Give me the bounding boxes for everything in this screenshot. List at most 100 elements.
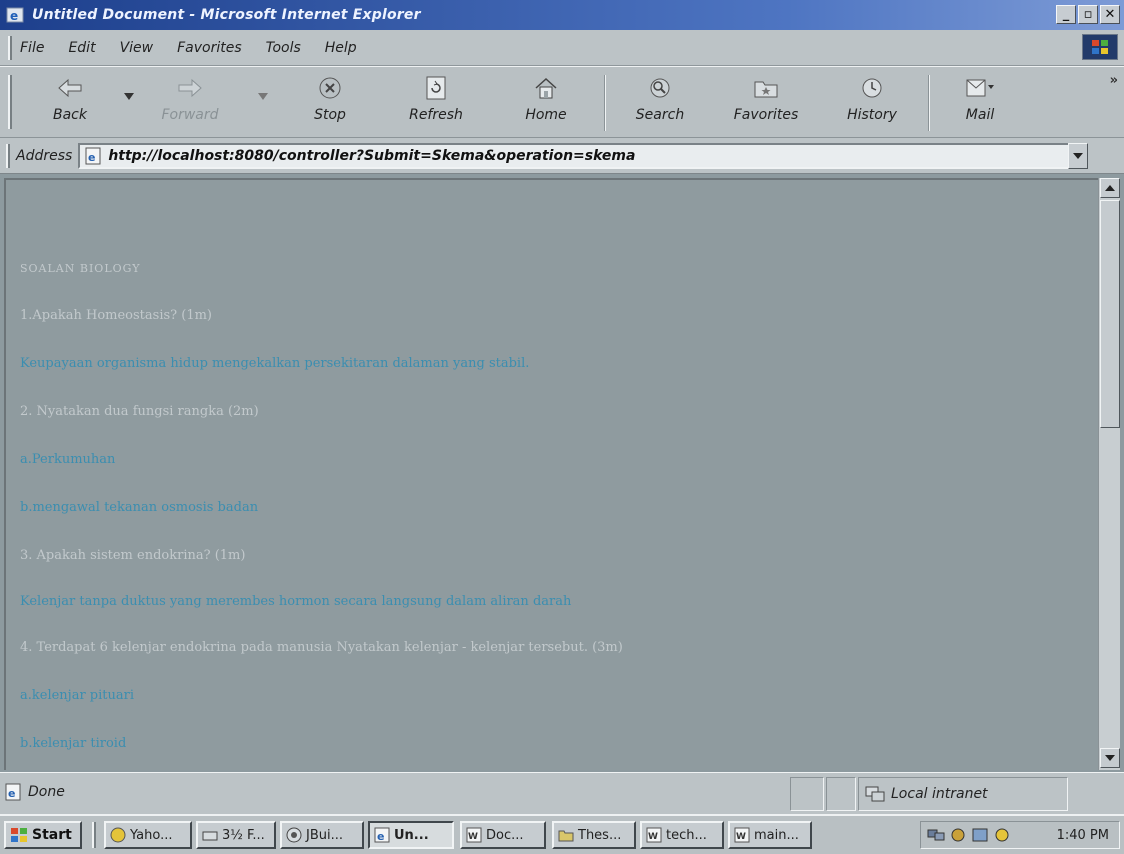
- messenger-icon: [110, 827, 126, 843]
- tray-app-icon[interactable]: [971, 827, 989, 843]
- clock[interactable]: 1:40 PM: [1057, 828, 1109, 843]
- arrow-down-icon: [1105, 755, 1115, 761]
- content-line: b.mengawal tekanan osmosis badan: [20, 500, 259, 515]
- forward-dropdown-icon[interactable]: [258, 93, 268, 101]
- search-button[interactable]: Search: [620, 73, 700, 133]
- history-label: History: [847, 107, 897, 123]
- task-yahoo[interactable]: Yaho...: [104, 821, 192, 849]
- page-done-icon: e: [5, 783, 21, 801]
- task-label: main...: [754, 827, 799, 843]
- windows-logo-icon: [1082, 34, 1118, 60]
- search-label: Search: [635, 107, 685, 123]
- home-button[interactable]: Home: [506, 73, 586, 133]
- toolbar-separator: [604, 75, 606, 131]
- content-line: Kelenjar tanpa duktus yang merembes horm…: [20, 594, 572, 609]
- menu-grip[interactable]: [8, 35, 12, 60]
- back-arrow-icon: [55, 73, 85, 103]
- arrow-up-icon: [1105, 185, 1115, 191]
- jbuilder-icon: [286, 827, 302, 843]
- address-url: http://localhost:8080/controller?Submit=…: [108, 147, 636, 164]
- antivirus-icon[interactable]: [949, 827, 967, 843]
- start-label: Start: [32, 827, 72, 843]
- address-dropdown-button[interactable]: [1068, 142, 1089, 169]
- chevron-down-icon: [1073, 152, 1084, 159]
- back-dropdown-icon[interactable]: [124, 93, 134, 101]
- scroll-down-button[interactable]: [1100, 748, 1120, 768]
- task-label: Thes...: [578, 827, 622, 843]
- task-floppy[interactable]: 3½ F...: [196, 821, 276, 849]
- refresh-button[interactable]: Refresh: [396, 73, 476, 133]
- mail-label: Mail: [965, 107, 995, 123]
- menu-favorites[interactable]: Favorites: [177, 40, 242, 56]
- content-line: 2. Nyatakan dua fungsi rangka (2m): [20, 404, 259, 419]
- title-bar[interactable]: e Untitled Document - Microsoft Internet…: [0, 0, 1124, 30]
- task-label: Un...: [394, 827, 429, 843]
- address-label: Address: [16, 147, 73, 164]
- messenger-tray-icon[interactable]: [993, 827, 1011, 843]
- status-pane: [790, 777, 824, 811]
- menu-bar: File Edit View Favorites Tools Help: [0, 30, 1124, 66]
- page-icon: e: [85, 147, 101, 164]
- folder-icon: [558, 830, 574, 842]
- minimize-button[interactable]: _: [1056, 5, 1076, 24]
- svg-text:e: e: [377, 830, 384, 843]
- word-icon: W: [646, 827, 662, 843]
- task-thesis-folder[interactable]: Thes...: [552, 821, 636, 849]
- system-tray: 1:40 PM: [920, 821, 1120, 849]
- menu-tools[interactable]: Tools: [266, 40, 301, 56]
- vertical-scrollbar[interactable]: [1098, 178, 1120, 770]
- window-title: Untitled Document - Microsoft Internet E…: [32, 7, 421, 23]
- close-button[interactable]: ✕: [1100, 5, 1120, 24]
- task-document[interactable]: W Doc...: [460, 821, 546, 849]
- home-label: Home: [525, 107, 567, 123]
- content-line: a.kelenjar pituari: [20, 688, 135, 703]
- scroll-up-button[interactable]: [1100, 178, 1120, 198]
- content-line: b.kelenjar tiroid: [20, 736, 127, 751]
- task-jbuilder[interactable]: JBui...: [280, 821, 364, 849]
- forward-label: Forward: [161, 107, 219, 123]
- content-line: 4. Terdapat 6 kelenjar endokrina pada ma…: [20, 640, 623, 655]
- stop-label: Stop: [314, 107, 346, 123]
- svg-text:W: W: [736, 832, 746, 842]
- favorites-label: Favorites: [733, 107, 799, 123]
- address-grip[interactable]: [6, 143, 10, 168]
- back-button[interactable]: Back: [30, 73, 110, 133]
- svg-text:W: W: [648, 832, 658, 842]
- scroll-thumb[interactable]: [1100, 200, 1120, 428]
- taskbar-separator: [92, 822, 96, 848]
- ie-icon: e: [6, 7, 24, 23]
- content-line: a.Perkumuhan: [20, 452, 116, 467]
- task-tech-doc[interactable]: W tech...: [640, 821, 724, 849]
- security-zone: Local intranet: [858, 777, 1068, 811]
- forward-button[interactable]: Forward: [150, 73, 230, 133]
- favorites-folder-icon: [751, 73, 781, 103]
- address-bar: Address e http://localhost:8080/controll…: [0, 138, 1124, 174]
- menu-edit[interactable]: Edit: [68, 40, 95, 56]
- task-main-doc[interactable]: W main...: [728, 821, 812, 849]
- maximize-button[interactable]: ▫: [1078, 5, 1098, 24]
- mail-icon: [965, 73, 995, 103]
- stop-button[interactable]: Stop: [290, 73, 370, 133]
- menu-help[interactable]: Help: [325, 40, 357, 56]
- task-label: JBui...: [306, 827, 344, 843]
- mail-button[interactable]: Mail: [940, 73, 1020, 133]
- svg-text:W: W: [468, 832, 478, 842]
- task-internet-explorer[interactable]: e Un...: [368, 821, 454, 849]
- home-icon: [531, 73, 561, 103]
- start-button[interactable]: Start: [4, 821, 82, 849]
- taskbar: Start Yaho... 3½ F... JBui... e Un... W …: [0, 814, 1124, 854]
- menu-view[interactable]: View: [120, 40, 154, 56]
- refresh-icon: [421, 73, 451, 103]
- network-icon[interactable]: [927, 827, 945, 843]
- content-line: 1.Apakah Homeostasis? (1m): [20, 308, 212, 323]
- page-content: SOALAN BIOLOGY 1.Apakah Homeostasis? (1m…: [4, 178, 1098, 770]
- svg-text:e: e: [8, 787, 15, 800]
- toolbar-chevron-icon[interactable]: »: [1110, 73, 1118, 88]
- history-button[interactable]: History: [832, 73, 912, 133]
- menu-file[interactable]: File: [20, 40, 44, 56]
- drive-icon: [202, 831, 218, 841]
- forward-arrow-icon: [175, 73, 205, 103]
- toolbar-grip[interactable]: [8, 75, 12, 129]
- favorites-button[interactable]: Favorites: [726, 73, 806, 133]
- address-input[interactable]: e http://localhost:8080/controller?Submi…: [78, 142, 1089, 169]
